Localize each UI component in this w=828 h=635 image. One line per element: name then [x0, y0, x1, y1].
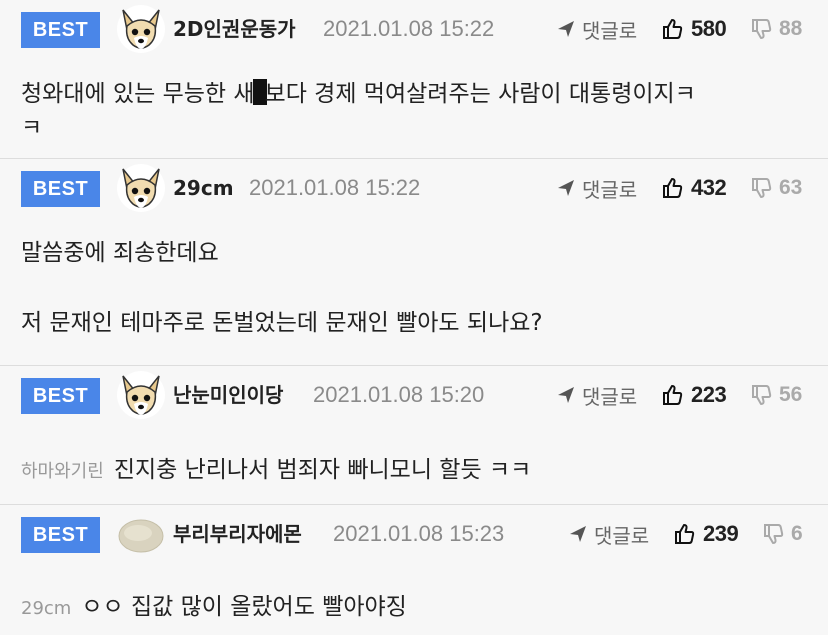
like-button[interactable]: 580 — [662, 14, 727, 44]
comment-item: BEST 29cm 2021.01.08 15:22 댓글로 432 63 말씀… — [0, 159, 828, 366]
thumbs-up-icon — [663, 385, 683, 405]
best-badge: BEST — [21, 378, 100, 414]
dislike-count: 6 — [791, 522, 803, 545]
dislike-button[interactable]: 56 — [751, 380, 802, 410]
like-count: 223 — [691, 382, 727, 407]
reply-label: 댓글로 — [582, 384, 638, 409]
reply-label: 댓글로 — [582, 177, 638, 202]
reply-button[interactable]: 댓글로 — [556, 173, 637, 203]
thumbs-down-icon — [764, 524, 784, 544]
comment-item: BEST 부리부리자에몬 2021.01.08 15:23 댓글로 239 6 … — [0, 505, 828, 633]
thumbs-down-icon — [752, 385, 772, 405]
thumbs-down-icon — [752, 19, 772, 39]
reply-button[interactable]: 댓글로 — [568, 519, 649, 549]
thumbs-up-icon — [663, 19, 683, 39]
comment-text-part: 청와대에 있는 무능한 새 — [21, 81, 255, 107]
dislike-count: 88 — [779, 17, 803, 40]
author-name[interactable]: 부리부리자에몬 — [173, 519, 302, 549]
paper-plane-icon — [558, 387, 574, 403]
comment-text-part: 보다 경제 먹여살려주는 사람이 대통령이지ㅋ — [264, 81, 696, 107]
reply-button[interactable]: 댓글로 — [556, 14, 637, 44]
like-button[interactable]: 223 — [662, 380, 727, 410]
comment-meta: BEST 부리부리자에몬 2021.01.08 15:23 댓글로 239 6 — [0, 505, 828, 563]
reply-label: 댓글로 — [594, 523, 650, 548]
like-button[interactable]: 239 — [674, 519, 739, 549]
comment-text: 청와대에 있는 무능한 새 보다 경제 먹여살려주는 사람이 대통령이지ㅋ — [21, 74, 696, 114]
comment-meta: BEST 난눈미인이당 2021.01.08 15:20 댓글로 223 56 — [0, 366, 828, 424]
comment-text-line: 말씀중에 죄송한데요 — [21, 240, 219, 266]
thumbs-up-icon — [663, 178, 683, 198]
reply-button[interactable]: 댓글로 — [556, 380, 637, 410]
dislike-button[interactable]: 88 — [751, 14, 802, 44]
round-avatar-icon[interactable] — [116, 509, 166, 559]
author-name[interactable]: 2D인권운동가 — [173, 14, 296, 44]
best-badge: BEST — [21, 171, 100, 207]
like-count: 580 — [691, 16, 727, 41]
thumbs-up-icon — [675, 524, 695, 544]
comment-text: 29cm ㅇㅇ 집값 많이 올랐어도 빨아야징 — [21, 587, 407, 629]
best-badge: BEST — [21, 12, 100, 48]
mention-tag[interactable]: 29cm — [21, 598, 71, 619]
like-count: 239 — [703, 521, 739, 546]
like-count: 432 — [691, 175, 727, 200]
comment-text-line: ㅋ — [21, 115, 43, 141]
author-name[interactable]: 난눈미인이당 — [173, 380, 283, 410]
chihuahua-avatar-icon[interactable] — [116, 4, 166, 54]
paper-plane-icon — [570, 526, 586, 542]
mention-tag[interactable]: 하마와기린 — [21, 461, 104, 482]
dislike-button[interactable]: 63 — [751, 173, 802, 203]
comment-text-part: 진지충 난리나서 범죄자 빠니모니 할듯 ㅋㅋ — [113, 457, 532, 483]
comment-timestamp: 2021.01.08 15:23 — [333, 521, 505, 546]
paper-plane-icon — [558, 21, 574, 37]
comment-timestamp: 2021.01.08 15:20 — [313, 382, 485, 407]
dislike-button[interactable]: 6 — [763, 519, 803, 549]
comment-meta: BEST 2D인권운동가 2021.01.08 15:22 댓글로 580 88 — [0, 0, 828, 58]
chihuahua-avatar-icon[interactable] — [116, 163, 166, 213]
comment-meta: BEST 29cm 2021.01.08 15:22 댓글로 432 63 — [0, 159, 828, 217]
comment-text: 하마와기린 진지충 난리나서 범죄자 빠니모니 할듯 ㅋㅋ — [21, 450, 531, 492]
dislike-count: 56 — [779, 383, 803, 406]
thumbs-down-icon — [752, 178, 772, 198]
chihuahua-avatar-icon[interactable] — [116, 370, 166, 420]
comment-timestamp: 2021.01.08 15:22 — [323, 16, 495, 41]
dislike-count: 63 — [779, 176, 803, 199]
paper-plane-icon — [558, 180, 574, 196]
comment-text-line: 저 문재인 테마주로 돈벌었는데 문재인 빨아도 되나요? — [21, 310, 543, 336]
comment-item: BEST 난눈미인이당 2021.01.08 15:20 댓글로 223 56 … — [0, 366, 828, 505]
comment-text-part: ㅇㅇ 집값 많이 올랐어도 빨아야징 — [81, 594, 407, 620]
author-name[interactable]: 29cm — [173, 173, 234, 203]
reply-label: 댓글로 — [582, 18, 638, 43]
comment-timestamp: 2021.01.08 15:22 — [249, 175, 421, 200]
best-badge: BEST — [21, 517, 100, 553]
comment-item: BEST 2D인권운동가 2021.01.08 15:22 댓글로 580 88… — [0, 0, 828, 159]
like-button[interactable]: 432 — [662, 173, 727, 203]
